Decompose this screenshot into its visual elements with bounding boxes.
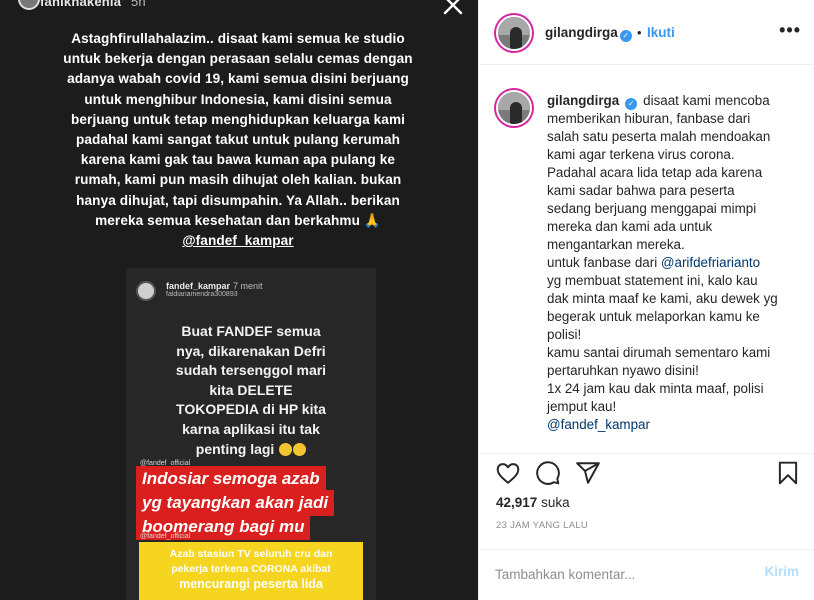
comment-input[interactable] <box>495 562 735 586</box>
embedded-story-screenshot: fandef_kampar 7 menit faldianamendra30089… <box>126 268 376 600</box>
caption-line: jemput kau! <box>547 399 617 414</box>
embedded-story-header: fandef_kampar 7 menit faldianamendra30089… <box>136 280 366 302</box>
story-line: adanya wabah covid 19, kami semua disini… <box>67 71 409 87</box>
story-line: karena kami gak tau bawa kuman apa pulan… <box>80 152 396 168</box>
close-icon[interactable] <box>440 0 466 18</box>
caption-line: Padahal acara lida tetap ada karena <box>547 165 763 180</box>
avatar[interactable] <box>496 90 532 126</box>
post-header: gilangdirga ✓ • Ikuti ••• <box>479 0 814 65</box>
caption-line: mengantarkan mereka. <box>547 237 685 252</box>
post-media[interactable]: fanikhakenia 5h Astaghfirullahalazim.. d… <box>0 0 478 600</box>
caption-line: 1x 24 jam kau dak minta maaf, polisi <box>547 381 764 396</box>
story-line: berjuang untuk tetap menghidupkan keluar… <box>70 111 406 127</box>
embedded-line: penting lagi <box>195 440 275 457</box>
embedded-line: sudah tersenggol mari <box>175 362 327 379</box>
caption-line: kami agar terkena virus corona. <box>547 147 735 162</box>
story-line: rumah, kami pun masih dihujat oleh kalia… <box>74 172 402 188</box>
story-text: Astaghfirullahalazim.. disaat kami semua… <box>34 29 442 251</box>
bookmark-icon[interactable] <box>775 460 801 486</box>
like-heart-icon[interactable] <box>495 460 521 486</box>
embedded-line: TOKOPEDIA di HP kita <box>176 401 326 418</box>
story-line: padahal kami sangat takut untuk pulang k… <box>75 132 401 148</box>
story-avatar <box>18 0 40 10</box>
caption-line: yg membuat statement ini, kalo kau <box>547 273 758 288</box>
laughing-emoji-icon <box>293 443 307 457</box>
caption-line: kami sadar bahwa para peserta <box>547 183 735 198</box>
yellow-line: Azab stasiun TV seluruh cru dan <box>169 548 333 560</box>
post-username[interactable]: gilangdirga <box>545 25 618 40</box>
story-line: untuk bekerja dengan perasaan selalu cem… <box>63 51 413 67</box>
yellow-banner: Azab stasiun TV seluruh cru dan pekerja … <box>139 542 363 600</box>
embedded-line: nya, dikarenakan Defri <box>176 342 326 359</box>
comment-bar: Kirim <box>479 549 814 600</box>
caption-username[interactable]: gilangdirga <box>547 93 619 108</box>
story-line: hanya dihujat, tapi disumpahin. Ya Allah… <box>76 192 400 208</box>
caption-line: begerak untuk melaporkan kamu ke <box>547 309 760 324</box>
embedded-line: Buat FANDEF semua <box>181 323 321 339</box>
caption-line: salah satu peserta malah mendoakan <box>547 129 771 144</box>
credit-label: @fandef_official <box>140 533 191 540</box>
caption-text: untuk fanbase dari <box>547 255 661 270</box>
embedded-subtitle: faldianamendra300893 <box>166 291 238 298</box>
verified-badge-icon: ✓ <box>625 98 638 110</box>
verified-badge-icon: ✓ <box>619 30 632 42</box>
dot-separator: • <box>637 25 642 40</box>
story-line: mereka semua kesehatan dan berkahmu 🙏 <box>95 212 381 228</box>
post-timestamp[interactable]: 23 JAM YANG LALU <box>496 520 588 531</box>
embedded-line: karna aplikasi itu tak <box>182 420 320 437</box>
likes-count[interactable]: 42,917 suka <box>496 495 570 510</box>
red-banner-line: Indosiar semoga azab <box>136 466 326 492</box>
caption-line: mereka dan kami ada untuk <box>547 219 713 234</box>
embedded-line: kita DELETE <box>209 381 293 398</box>
embedded-time: 7 menit <box>233 281 263 291</box>
mention-link[interactable]: @arifdefriarianto <box>661 255 760 270</box>
comments-section: gilangdirga ✓ disaat kami mencoba memberik… <box>479 66 814 453</box>
caption-line: polisi! <box>547 327 582 342</box>
story-mention: @fandef_kampar <box>182 233 294 249</box>
likes-number: 42,917 <box>496 495 538 510</box>
follow-button[interactable]: Ikuti <box>647 25 675 40</box>
caption-line: sedang berjuang menggapai mimpi <box>547 201 757 216</box>
story-line: untuk menghibur Indonesia, kami disini s… <box>84 91 392 107</box>
story-header: fanikhakenia 5h <box>18 0 146 10</box>
caption-line: dak minta maaf ke kami, aku dewek yg <box>547 291 778 306</box>
share-icon[interactable] <box>575 460 601 486</box>
comment-icon[interactable] <box>535 460 561 486</box>
caption-line: pertaruhkan nyawo disini! <box>547 363 699 378</box>
story-line: Astaghfirullahalazim.. disaat kami semua… <box>71 31 405 46</box>
caption-line: memberikan hiburan, fanbase dari <box>547 111 751 126</box>
laughing-emoji-icon <box>279 443 293 457</box>
post-actions: 42,917 suka 23 JAM YANG LALU <box>479 453 814 549</box>
embedded-username: fandef_kampar <box>166 281 231 291</box>
likes-suffix: suka <box>541 495 570 510</box>
caption-line: disaat kami mencoba <box>643 93 770 108</box>
avatar[interactable] <box>496 15 532 51</box>
post-side-panel: gilangdirga ✓ • Ikuti ••• gilangdirga ✓ dis… <box>478 0 814 600</box>
story-username: fanikhakenia <box>40 0 122 9</box>
red-banner-line: yg tayangkan akan jadi <box>136 490 335 516</box>
more-options-icon[interactable]: ••• <box>779 20 801 41</box>
yellow-line: mencurangi peserta lida <box>179 577 323 591</box>
mention-link[interactable]: @fandef_kampar <box>547 417 650 432</box>
embedded-text: Buat FANDEF semua nya, dikarenakan Defri… <box>146 322 356 459</box>
story-time: 5h <box>130 0 146 9</box>
send-comment-button[interactable]: Kirim <box>764 564 799 579</box>
embedded-avatar <box>136 281 156 301</box>
post-caption: gilangdirga ✓ disaat kami mencoba memberik… <box>547 92 805 434</box>
yellow-line: pekerja terkena CORONA akibat <box>171 563 331 575</box>
caption-line: kamu santai dirumah sementaro kami <box>547 345 771 360</box>
